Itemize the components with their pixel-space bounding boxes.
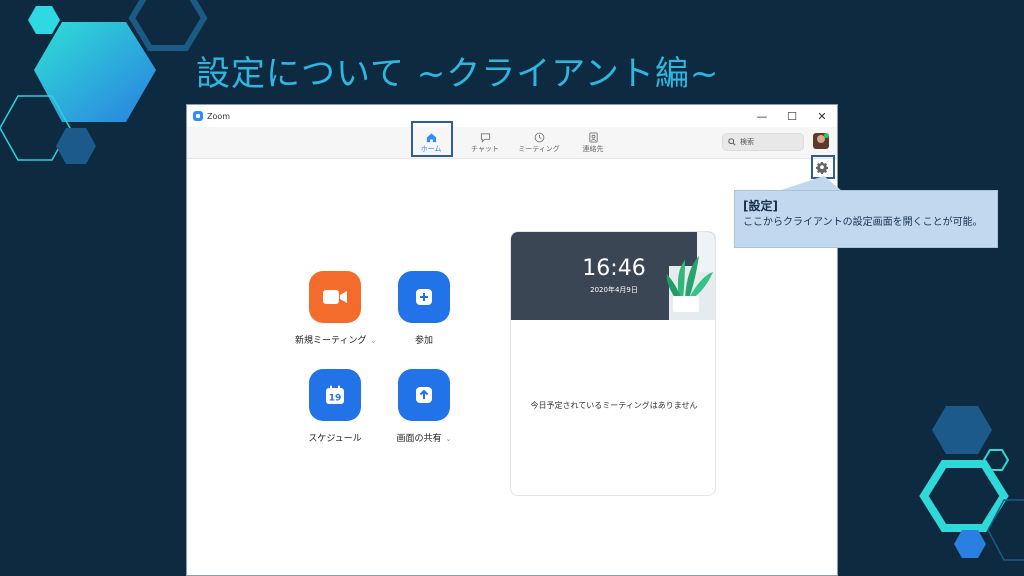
hexagon-deco bbox=[954, 530, 986, 558]
no-meetings-message: 今日予定されているミーティングはありません bbox=[530, 401, 698, 410]
title-bar: Zoom — ☐ ✕ bbox=[187, 105, 837, 127]
join-button[interactable] bbox=[398, 271, 450, 323]
tab-label: 連絡先 bbox=[582, 145, 604, 153]
new-meeting-action[interactable]: 新規ミーティング ⌄ bbox=[295, 271, 376, 346]
clock-banner: 16:46 2020年4月9日 bbox=[511, 232, 715, 320]
settings-callout: [設定] ここからクライアントの設定画面を開くことが可能。 bbox=[734, 190, 998, 248]
share-screen-button[interactable] bbox=[398, 369, 450, 421]
close-button[interactable]: ✕ bbox=[807, 105, 837, 127]
schedule-label: スケジュール bbox=[308, 434, 362, 444]
clock-time: 16:46 bbox=[582, 256, 646, 281]
calendar-day: 19 bbox=[329, 394, 342, 404]
window-controls: — ☐ ✕ bbox=[747, 105, 837, 127]
join-action[interactable]: 参加 bbox=[384, 271, 464, 346]
hexagon-deco bbox=[28, 6, 60, 34]
tab-contacts[interactable]: 連絡先 bbox=[571, 129, 615, 157]
chat-icon bbox=[480, 133, 490, 143]
calendar-icon: 19 bbox=[326, 385, 344, 404]
avatar[interactable] bbox=[813, 133, 829, 149]
zoom-window: Zoom — ☐ ✕ ホーム チャット ミーティング 連絡先 検索 新規ミーティ… bbox=[186, 104, 838, 576]
minimize-button[interactable]: — bbox=[747, 105, 777, 127]
plus-icon bbox=[416, 289, 432, 305]
callout-body: ここからクライアントの設定画面を開くことが可能。 bbox=[743, 217, 983, 228]
window-title: Zoom bbox=[207, 111, 231, 121]
hexagon-deco bbox=[34, 22, 156, 122]
join-label: 参加 bbox=[414, 336, 433, 346]
clock-date: 2020年4月9日 bbox=[590, 286, 638, 294]
hexagon-deco bbox=[56, 128, 96, 164]
clock-icon bbox=[534, 132, 544, 143]
settings-highlight bbox=[811, 155, 835, 179]
maximize-button[interactable]: ☐ bbox=[777, 105, 807, 127]
tab-meetings[interactable]: ミーティング bbox=[517, 129, 561, 157]
hexagon-deco bbox=[128, 0, 208, 51]
tab-chat[interactable]: チャット bbox=[463, 129, 507, 157]
hexagon-deco bbox=[982, 449, 1010, 471]
chevron-down-icon[interactable]: ⌄ bbox=[370, 337, 376, 345]
search-icon bbox=[728, 138, 736, 146]
search-placeholder: 検索 bbox=[740, 138, 754, 146]
tab-label: チャット bbox=[471, 145, 499, 153]
upcoming-meetings-card: 16:46 2020年4月9日 今日予定されているミーティングはありません bbox=[510, 231, 716, 496]
video-camera-icon bbox=[323, 290, 347, 304]
zoom-logo-icon bbox=[193, 111, 203, 121]
hexagon-deco bbox=[919, 460, 1009, 532]
new-meeting-button[interactable] bbox=[309, 271, 361, 323]
schedule-button[interactable]: 19 bbox=[309, 369, 361, 421]
share-screen-action[interactable]: 画面の共有 ⌄ bbox=[384, 369, 464, 444]
contacts-icon bbox=[588, 132, 598, 143]
hexagon-deco bbox=[932, 406, 992, 454]
main-toolbar: ホーム チャット ミーティング 連絡先 検索 bbox=[187, 127, 837, 159]
home-tab-highlight bbox=[411, 121, 453, 157]
tab-label: ミーティング bbox=[518, 145, 560, 153]
share-arrow-icon bbox=[416, 387, 432, 403]
search-input[interactable]: 検索 bbox=[722, 133, 804, 151]
schedule-action[interactable]: 19 スケジュール bbox=[295, 369, 375, 444]
chevron-down-icon[interactable]: ⌄ bbox=[446, 435, 452, 443]
callout-title: [設定] bbox=[743, 199, 778, 213]
slide-title: 設定について ~クライアント編~ bbox=[196, 54, 720, 94]
share-screen-label: 画面の共有 bbox=[396, 434, 442, 444]
new-meeting-label: 新規ミーティング bbox=[295, 336, 367, 346]
